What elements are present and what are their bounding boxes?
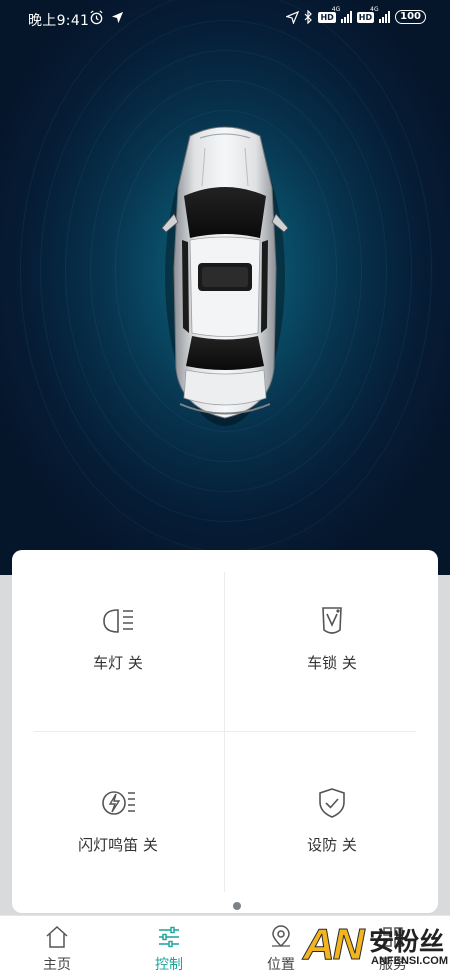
status-bar: 晚上9:41 HD 4G HD 4G 100 bbox=[0, 0, 450, 38]
shield-check-icon bbox=[319, 788, 345, 818]
nav-location[interactable]: 位置 bbox=[236, 916, 326, 975]
network-type: 4G bbox=[370, 6, 379, 13]
home-icon bbox=[46, 925, 68, 948]
grid-icon bbox=[383, 927, 403, 947]
car-lock-label: 车锁 关 bbox=[307, 654, 357, 672]
headlight-toggle[interactable]: 车灯 关 bbox=[12, 550, 224, 731]
car-top-view-image bbox=[161, 126, 289, 426]
page-indicator-dot[interactable] bbox=[233, 902, 241, 910]
hd-badge: HD bbox=[318, 11, 336, 23]
flash-horn-label: 闪灯鸣笛 关 bbox=[78, 836, 158, 854]
status-time: 晚上9:41 bbox=[28, 13, 90, 29]
sliders-icon bbox=[159, 926, 179, 948]
control-panel: 车灯 关 车锁 关 闪灯鸣笛 关 设防 关 bbox=[12, 550, 438, 913]
network-type: 4G bbox=[331, 6, 341, 13]
arm-guard-toggle[interactable]: 设防 关 bbox=[226, 732, 438, 913]
battery-level: 100 bbox=[395, 10, 426, 24]
alarm-clock-icon bbox=[90, 10, 103, 25]
nav-control-label: 控制 bbox=[155, 957, 183, 973]
bluetooth-icon bbox=[305, 10, 313, 24]
bottom-nav: 主页 控制 位置 服务 bbox=[0, 915, 450, 975]
headlight-label: 车灯 关 bbox=[93, 654, 143, 672]
car-lock-icon bbox=[322, 607, 342, 634]
nav-service-label: 服务 bbox=[379, 957, 407, 973]
signal-icon: 4G bbox=[370, 6, 391, 23]
flash-horn-icon bbox=[102, 791, 135, 815]
arm-guard-label: 设防 关 bbox=[307, 836, 357, 854]
location-arrow-icon bbox=[286, 10, 300, 24]
divider bbox=[224, 572, 225, 892]
car-lock-toggle[interactable]: 车锁 关 bbox=[226, 550, 438, 731]
nav-control[interactable]: 控制 bbox=[124, 916, 214, 975]
signal-icon: 4G bbox=[332, 6, 352, 23]
nav-home[interactable]: 主页 bbox=[12, 916, 102, 975]
headlight-icon bbox=[103, 609, 133, 633]
car-hero-background: 晚上9:41 HD 4G HD 4G 100 bbox=[0, 0, 450, 575]
hd-badge: HD bbox=[356, 11, 375, 23]
nav-location-label: 位置 bbox=[267, 957, 295, 973]
flash-horn-toggle[interactable]: 闪灯鸣笛 关 bbox=[12, 732, 224, 913]
status-indicators: HD 4G HD 4G 100 bbox=[286, 6, 426, 24]
location-pin-icon bbox=[272, 925, 290, 948]
nav-home-label: 主页 bbox=[43, 957, 71, 973]
nav-service[interactable]: 服务 bbox=[348, 916, 438, 975]
location-arrow-icon bbox=[111, 11, 124, 24]
